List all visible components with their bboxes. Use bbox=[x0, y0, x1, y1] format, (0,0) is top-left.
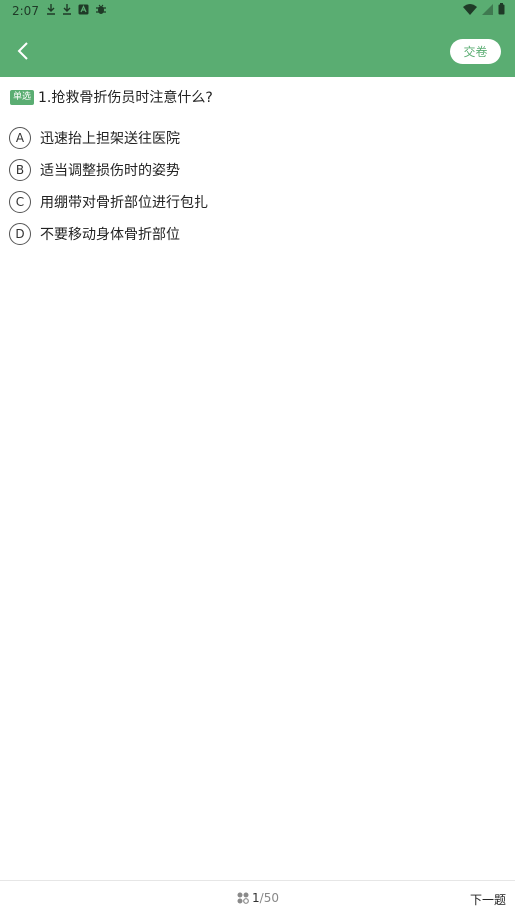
current-question-number: 1 bbox=[252, 891, 260, 905]
option-letter: C bbox=[9, 191, 31, 213]
submit-exam-button[interactable]: 交卷 bbox=[450, 39, 501, 64]
next-question-button[interactable]: 下一题 bbox=[470, 891, 506, 908]
option-letter: A bbox=[9, 127, 31, 149]
bug-icon bbox=[95, 3, 107, 18]
option-a[interactable]: A 迅速抬上担架送往医院 bbox=[9, 122, 505, 154]
option-text: 迅速抬上担架送往医院 bbox=[40, 131, 180, 147]
option-d[interactable]: D 不要移动身体骨折部位 bbox=[9, 218, 505, 250]
download-icon bbox=[46, 3, 56, 18]
status-time: 2:07 bbox=[12, 4, 39, 18]
option-c[interactable]: C 用绷带对骨折部位进行包扎 bbox=[9, 186, 505, 218]
wifi-icon bbox=[463, 3, 477, 18]
submit-exam-label: 交卷 bbox=[463, 45, 488, 59]
option-text: 适当调整损伤时的姿势 bbox=[40, 163, 180, 179]
bottom-bar: 1 / 50 下一题 bbox=[0, 880, 515, 915]
battery-icon bbox=[498, 3, 505, 18]
status-bar: 2:07 bbox=[0, 0, 515, 22]
option-text: 用绷带对骨折部位进行包扎 bbox=[40, 195, 208, 211]
next-question-label: 下一题 bbox=[469, 893, 506, 907]
app-header: 2:07 交卷 bbox=[0, 0, 515, 77]
chevron-left-icon bbox=[17, 42, 28, 60]
grid-icon bbox=[237, 892, 249, 904]
option-letter: B bbox=[9, 159, 31, 181]
signal-icon bbox=[482, 3, 493, 18]
question-type-badge: 单选 bbox=[10, 89, 35, 105]
status-icons bbox=[46, 3, 107, 18]
option-text: 不要移动身体骨折部位 bbox=[40, 227, 180, 243]
options-list: A 迅速抬上担架送往医院 B 适当调整损伤时的姿势 C 用绷带对骨折部位进行包扎… bbox=[9, 122, 505, 250]
question-row: 单选 1.抢救骨折伤员时注意什么? bbox=[10, 87, 505, 107]
question-text: 1.抢救骨折伤员时注意什么? bbox=[38, 90, 213, 106]
back-button[interactable] bbox=[12, 38, 34, 64]
option-letter: D bbox=[9, 223, 31, 245]
status-right-icons bbox=[463, 3, 505, 18]
question-progress-button[interactable]: 1 / 50 bbox=[237, 891, 279, 905]
a-badge-icon bbox=[78, 4, 89, 18]
option-b[interactable]: B 适当调整损伤时的姿势 bbox=[9, 154, 505, 186]
total-question-count: 50 bbox=[263, 891, 279, 905]
download-icon bbox=[62, 3, 72, 18]
